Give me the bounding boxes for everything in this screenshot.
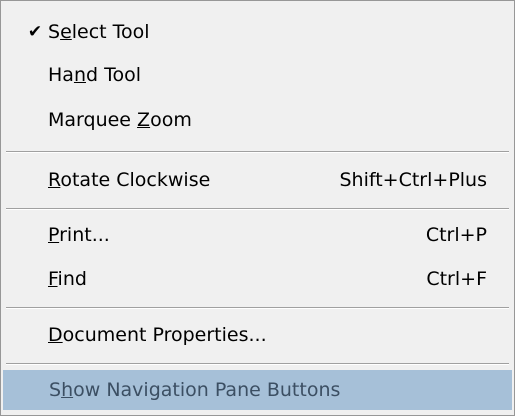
menu-separator xyxy=(6,363,509,365)
menu-separator xyxy=(6,208,509,210)
menu-item-label: Show Navigation Pane Buttons xyxy=(49,379,341,401)
menu-separator xyxy=(6,151,509,153)
menu-item-hand-tool[interactable]: Hand Tool xyxy=(3,54,512,96)
menu-item-marquee-zoom[interactable]: Marquee Zoom xyxy=(3,99,512,141)
menu-item-label: Rotate Clockwise xyxy=(48,169,211,191)
menu-separator xyxy=(6,307,509,309)
menu-item-print[interactable]: Print... Ctrl+P xyxy=(3,214,512,256)
menu-item-shortcut: Ctrl+F xyxy=(426,268,487,290)
menu-item-find[interactable]: Find Ctrl+F xyxy=(3,258,512,300)
menu-item-shortcut: Ctrl+P xyxy=(425,224,487,246)
menu-item-rotate-clockwise[interactable]: Rotate Clockwise Shift+Ctrl+Plus xyxy=(3,159,512,201)
menu-item-label: Select Tool xyxy=(48,21,150,43)
menu-item-shortcut: Shift+Ctrl+Plus xyxy=(339,169,487,191)
menu-item-label: Document Properties... xyxy=(48,324,267,346)
menu-item-show-navigation-pane-buttons[interactable]: Show Navigation Pane Buttons xyxy=(3,370,512,410)
menu-item-label: Marquee Zoom xyxy=(48,109,192,131)
menu-item-document-properties[interactable]: Document Properties... xyxy=(3,314,512,356)
menu-item-label: Find xyxy=(48,268,87,290)
menu-item-label: Hand Tool xyxy=(48,64,141,86)
menu-item-label: Print... xyxy=(48,224,110,246)
context-menu: ✔ Select Tool Hand Tool Marquee Zoom Rot… xyxy=(0,0,515,416)
menu-item-select-tool[interactable]: ✔ Select Tool xyxy=(3,11,512,53)
checkmark-icon: ✔ xyxy=(27,22,43,42)
